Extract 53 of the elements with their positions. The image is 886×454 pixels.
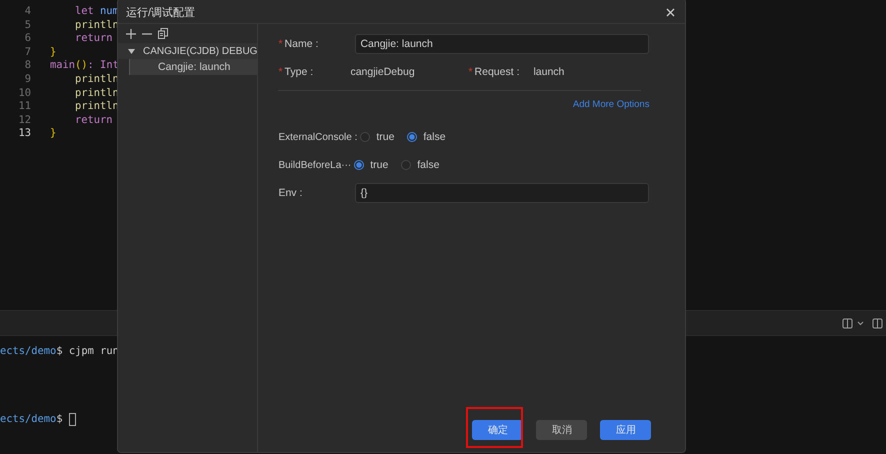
field-label: ExternalConsole :	[278, 132, 358, 142]
dialog-button[interactable]: 应用	[600, 420, 652, 440]
radio-button[interactable]	[354, 160, 364, 170]
line-number: 12	[17, 114, 31, 128]
line-number: 6	[24, 32, 31, 46]
code-line: return	[74, 114, 113, 128]
field-label: Env :	[278, 187, 302, 199]
dialog-button[interactable]: 取消	[536, 420, 588, 440]
split-icon[interactable]	[872, 318, 883, 328]
radio-label: true	[370, 159, 388, 171]
line-number: 7	[24, 46, 31, 60]
line-number: 5	[24, 18, 31, 32]
field-label: Request :	[474, 66, 520, 78]
radio-label: true	[376, 131, 394, 143]
add-more-options-link[interactable]: Add More Options	[572, 98, 650, 110]
field-label: BuildBeforeLa···	[278, 160, 352, 170]
field-label: Type :	[284, 66, 314, 78]
radio-button[interactable]	[407, 132, 418, 142]
terminal-path: ects/demo	[0, 345, 56, 357]
radio-button[interactable]	[360, 132, 370, 142]
code-line: return	[74, 32, 113, 46]
request-value: launch	[533, 66, 566, 78]
tree-group[interactable]: CANGJIE(CJDB) DEBUG	[118, 43, 258, 59]
line-number: 8	[24, 59, 31, 73]
field-label: Name :	[284, 38, 318, 50]
code-line: }	[50, 127, 56, 141]
split-icon[interactable]	[842, 318, 853, 328]
required-mark: *	[278, 66, 283, 78]
close-icon[interactable]	[666, 8, 675, 16]
dialog-title: 运行/调试配置	[126, 6, 196, 20]
env-field[interactable]: {}	[355, 183, 650, 203]
required-mark: *	[468, 66, 473, 78]
radio-button[interactable]	[401, 160, 412, 170]
line-number: 13	[17, 127, 31, 141]
chevron-down-icon[interactable]	[857, 320, 864, 326]
expand-arrow-icon	[128, 48, 135, 54]
dialog-button[interactable]: 确定	[472, 420, 524, 440]
tree-item[interactable]: Cangjie: launch	[129, 59, 258, 75]
copy-icon[interactable]	[158, 28, 168, 39]
terminal-path: ects/demo	[0, 413, 56, 425]
line-number: 11	[17, 100, 31, 114]
code-line: }	[50, 46, 56, 60]
add-icon[interactable]	[126, 28, 136, 38]
terminal-command: $	[56, 413, 63, 425]
required-mark: *	[278, 38, 283, 50]
type-value: cangjieDebug	[350, 66, 416, 78]
name-field[interactable]: Cangjie: launch	[355, 34, 650, 54]
line-number: 10	[17, 86, 31, 100]
line-number: 9	[24, 72, 31, 87]
code-line: main(): Int	[50, 59, 119, 73]
radio-label: false	[423, 131, 446, 143]
line-number: 4	[24, 5, 31, 19]
radio-label: false	[417, 159, 440, 171]
